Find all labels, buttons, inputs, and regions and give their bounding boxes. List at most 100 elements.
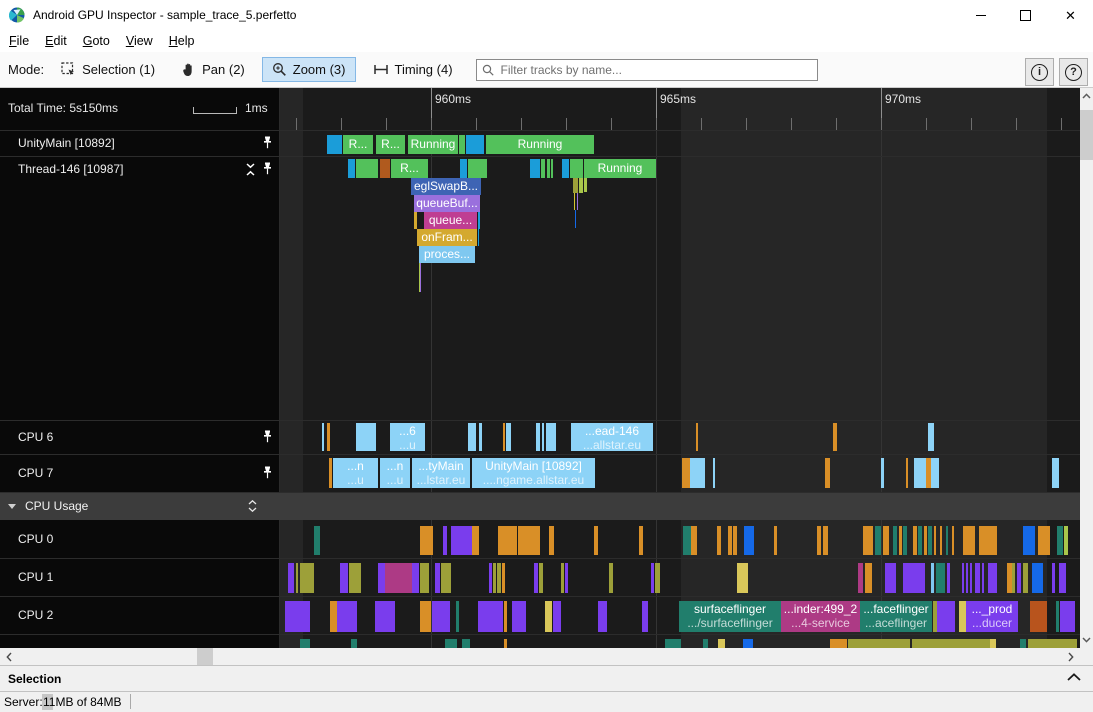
slice[interactable] [1017,563,1021,593]
slice[interactable] [990,639,996,648]
slice[interactable] [385,563,412,593]
slice[interactable] [718,639,725,648]
slice[interactable] [931,563,934,593]
slice[interactable] [737,563,748,593]
slice[interactable] [460,159,467,178]
slice[interactable] [420,563,429,593]
slice[interactable] [609,563,613,593]
menu-goto[interactable]: Goto [76,31,117,51]
slice[interactable] [899,526,902,555]
slice[interactable]: ...n...u [380,458,410,488]
slice[interactable] [1060,601,1075,632]
slice[interactable] [512,601,526,632]
slice[interactable] [296,563,298,593]
slice[interactable] [348,159,355,178]
slice[interactable] [443,526,447,555]
slice[interactable] [432,601,450,632]
info-button[interactable]: i [1025,58,1054,86]
slice[interactable] [451,526,472,555]
slice[interactable] [682,458,690,488]
track-label-cpu-1[interactable]: CPU 1 [0,558,280,596]
slice[interactable] [541,159,545,178]
slice[interactable] [1032,563,1043,593]
menu-view[interactable]: View [119,31,160,51]
slice[interactable] [472,526,479,555]
slice[interactable] [504,639,507,648]
scroll-up-button[interactable] [1080,88,1093,104]
minimize-button[interactable] [958,0,1003,30]
slice[interactable] [975,563,980,593]
slice[interactable] [858,563,863,593]
slice[interactable] [717,526,721,555]
slice[interactable]: queueBuf... [414,195,480,212]
slice[interactable] [489,563,492,593]
slice[interactable] [300,563,314,593]
slice[interactable] [639,526,643,555]
slice[interactable] [459,135,465,154]
slice[interactable] [468,159,487,178]
menu-help[interactable]: Help [162,31,202,51]
slice[interactable] [337,601,357,632]
slice[interactable] [744,526,754,555]
track-label-unitymain-10892-[interactable]: UnityMain [10892] [0,130,280,156]
slice[interactable] [690,458,705,488]
slice[interactable] [733,526,737,555]
menu-edit[interactable]: Edit [38,31,74,51]
slice[interactable] [539,563,543,593]
slice[interactable]: eglSwapB... [411,178,481,195]
slice[interactable] [322,423,324,451]
slice[interactable]: Running [486,135,594,154]
slice[interactable] [570,159,583,178]
slice[interactable] [1012,563,1015,593]
track-label-cpu-0[interactable]: CPU 0 [0,520,280,558]
slice[interactable]: queue... [424,212,477,229]
slice[interactable] [963,526,975,555]
pin-icon[interactable] [262,430,273,444]
slice[interactable] [479,423,482,451]
scroll-right-button[interactable] [1062,648,1080,665]
slice[interactable] [918,526,922,555]
slice[interactable] [830,639,847,648]
slice[interactable] [351,639,357,648]
slice[interactable] [885,563,896,593]
slice[interactable]: ...d [995] [848,639,910,648]
slice[interactable] [420,526,433,555]
slice[interactable] [468,423,476,451]
slice[interactable] [579,178,583,193]
slice[interactable] [577,193,578,210]
slice[interactable]: ...faceflinger...aceflinger [860,601,932,632]
vertical-scroll-thumb[interactable] [1080,110,1093,160]
slice[interactable] [340,563,348,593]
slice[interactable] [959,601,966,632]
pin-icon[interactable] [262,466,273,480]
slice[interactable] [947,563,950,593]
slice[interactable] [743,639,753,648]
slice[interactable] [441,563,451,593]
slice[interactable] [817,526,821,555]
slice[interactable] [314,526,320,555]
slice[interactable]: ...6...u [390,423,425,451]
slice[interactable] [875,526,881,555]
slice[interactable] [574,193,575,210]
slice[interactable] [380,159,390,178]
slice[interactable] [966,563,968,593]
slice[interactable] [598,601,607,632]
slice[interactable] [584,178,587,192]
slice[interactable] [502,563,505,593]
slice[interactable] [931,458,939,488]
slice[interactable] [1056,601,1059,632]
slice[interactable]: ..._prod...ducer [966,601,1018,632]
slice[interactable] [530,159,540,178]
slice[interactable] [823,526,828,555]
slice[interactable] [553,601,561,632]
slice[interactable] [562,159,569,178]
slice[interactable] [518,526,540,555]
slice[interactable]: ...tyMain...lstar.eu [412,458,470,488]
close-button[interactable]: ✕ [1048,0,1093,30]
slice[interactable] [1052,458,1059,488]
vertical-scrollbar[interactable] [1080,88,1093,648]
slice[interactable] [952,526,954,555]
slice[interactable] [412,563,419,593]
track-label-cpu-2[interactable]: CPU 2 [0,596,280,634]
slice[interactable] [1064,526,1068,555]
